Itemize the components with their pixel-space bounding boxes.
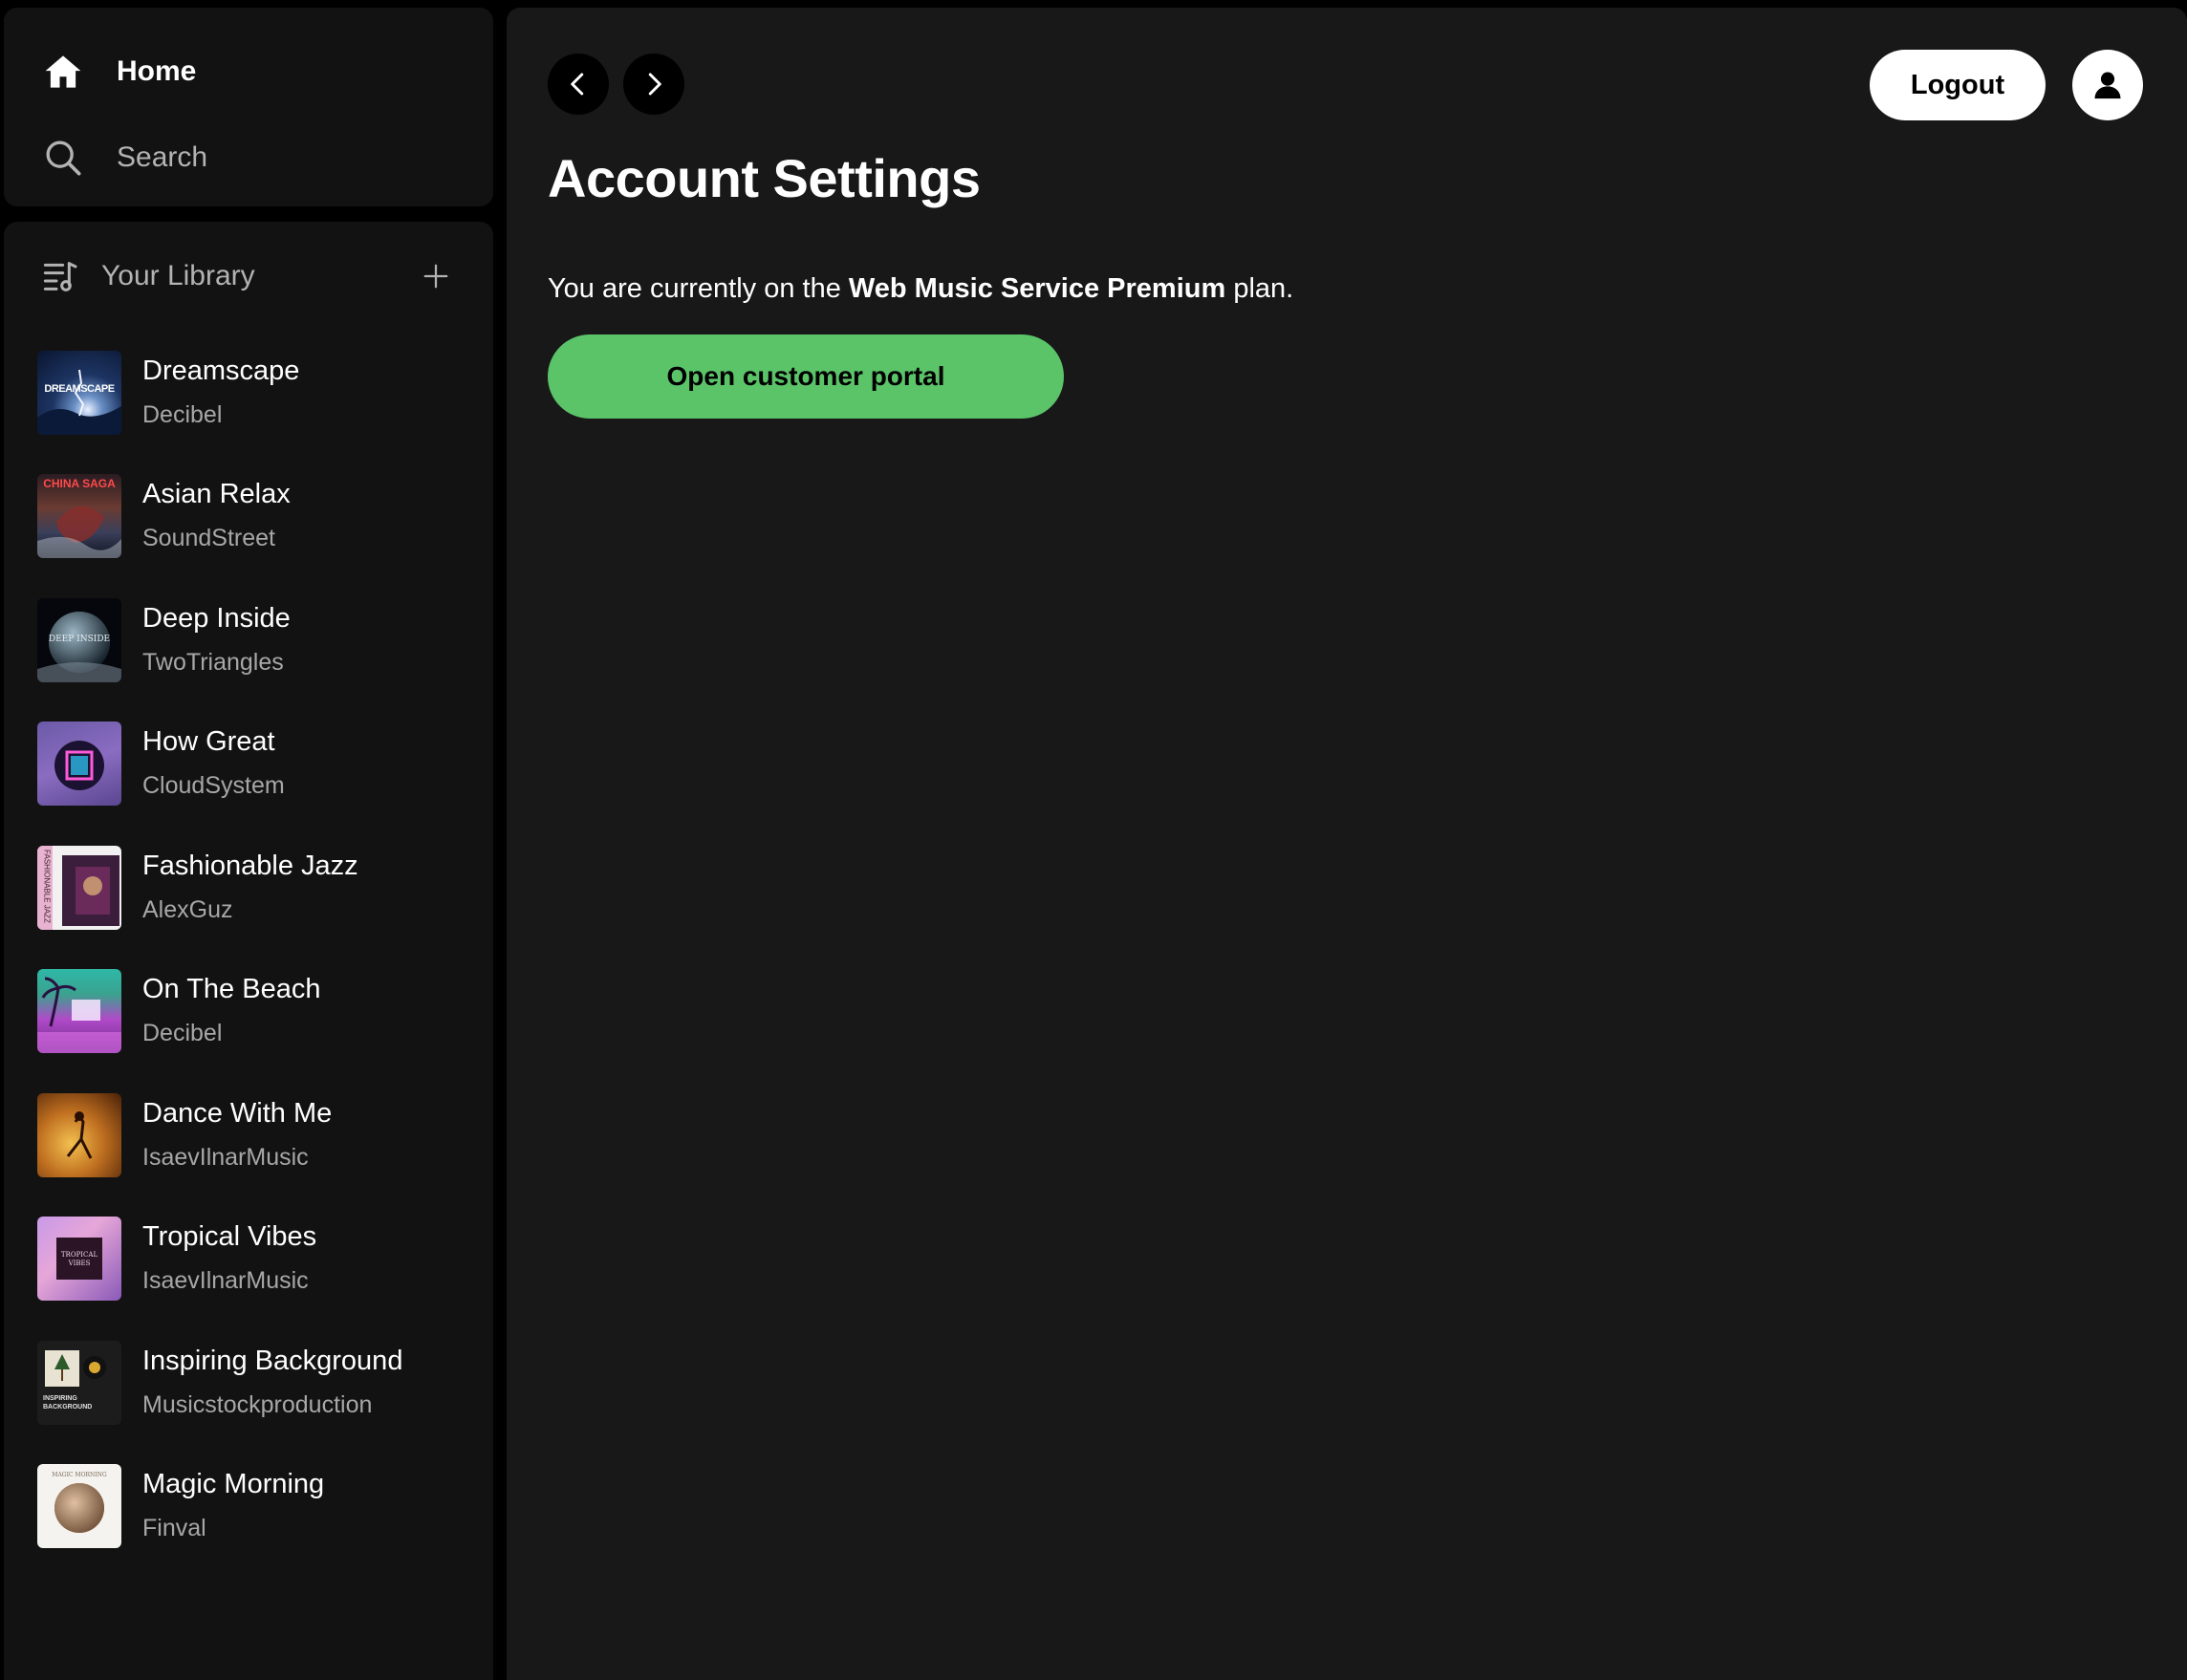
app-root: Home Search Your Library DREAMSCAPE Drea… bbox=[0, 0, 2187, 1680]
search-icon bbox=[40, 135, 86, 181]
back-button[interactable] bbox=[548, 54, 609, 115]
cover-art: TROPICAL VIBES bbox=[37, 1217, 121, 1302]
forward-button[interactable] bbox=[623, 54, 684, 115]
nav-home[interactable]: Home bbox=[4, 29, 493, 115]
chevron-left-icon bbox=[564, 70, 593, 98]
item-title: Dreamscape bbox=[142, 355, 300, 386]
cover-text: FASHIONABLE JAZZ bbox=[42, 849, 52, 923]
logout-button[interactable]: Logout bbox=[1870, 50, 2046, 120]
nav-home-label: Home bbox=[117, 55, 197, 87]
chevron-right-icon bbox=[639, 70, 668, 98]
page-title: Account Settings bbox=[548, 148, 981, 208]
cover-text: INSPIRING BACKGROUND bbox=[43, 1394, 93, 1411]
plan-prefix: You are currently on the bbox=[548, 273, 849, 304]
library-item[interactable]: TROPICAL VIBES Tropical Vibes IsaevIlnar… bbox=[4, 1197, 493, 1322]
item-title: Deep Inside bbox=[142, 602, 291, 634]
library-item[interactable]: Dance With Me IsaevIlnarMusic bbox=[4, 1073, 493, 1197]
library-item[interactable]: FASHIONABLE JAZZ Fashionable Jazz AlexGu… bbox=[4, 826, 493, 950]
item-artist: Finval bbox=[142, 1515, 206, 1542]
home-icon bbox=[40, 49, 86, 95]
plan-description: You are currently on the Web Music Servi… bbox=[548, 273, 1293, 305]
item-title: Inspiring Background bbox=[142, 1345, 403, 1376]
library-item[interactable]: How Great CloudSystem bbox=[4, 702, 493, 827]
nav-search[interactable]: Search bbox=[4, 115, 493, 201]
library-item[interactable]: INSPIRING BACKGROUND Inspiring Backgroun… bbox=[4, 1321, 493, 1445]
library-list: DREAMSCAPE Dreamscape Decibel CHINA SAGA bbox=[4, 331, 493, 1568]
library-item[interactable]: DREAMSCAPE Dreamscape Decibel bbox=[4, 331, 493, 455]
cover-art: FASHIONABLE JAZZ bbox=[37, 845, 121, 930]
library-item[interactable]: MAGIC MORNING Magic Morning Finval bbox=[4, 1445, 493, 1569]
main-panel: Logout Account Settings You are currentl… bbox=[507, 8, 2187, 1680]
library-header: Your Library bbox=[4, 222, 493, 317]
cover-art bbox=[37, 1092, 121, 1177]
cover-text: CHINA SAGA bbox=[43, 477, 116, 491]
user-icon bbox=[2091, 69, 2124, 101]
library-title[interactable]: Your Library bbox=[101, 260, 413, 292]
nav-panel: Home Search bbox=[4, 8, 493, 206]
cover-text: TROPICAL VIBES bbox=[60, 1251, 98, 1268]
item-artist: IsaevIlnarMusic bbox=[142, 1143, 309, 1171]
cover-art: MAGIC MORNING bbox=[37, 1464, 121, 1549]
open-customer-portal-button[interactable]: Open customer portal bbox=[548, 334, 1064, 419]
cover-art bbox=[37, 969, 121, 1054]
library-icon[interactable] bbox=[40, 255, 82, 297]
item-artist: IsaevIlnarMusic bbox=[142, 1267, 309, 1295]
item-artist: TwoTriangles bbox=[142, 648, 284, 676]
library-item[interactable]: DEEP INSIDE Deep Inside TwoTriangles bbox=[4, 578, 493, 702]
plan-name: Web Music Service Premium bbox=[848, 273, 1226, 304]
cover-text: DREAMSCAPE bbox=[44, 382, 115, 395]
item-title: Fashionable Jazz bbox=[142, 850, 358, 881]
item-artist: Musicstockproduction bbox=[142, 1390, 373, 1418]
library-item[interactable]: On The Beach Decibel bbox=[4, 950, 493, 1074]
item-title: On The Beach bbox=[142, 974, 321, 1005]
item-artist: SoundStreet bbox=[142, 525, 275, 552]
cover-art: DREAMSCAPE bbox=[37, 350, 121, 435]
cover-text: MAGIC MORNING bbox=[52, 1472, 107, 1479]
cover-art: CHINA SAGA bbox=[37, 474, 121, 559]
item-title: Tropical Vibes bbox=[142, 1221, 317, 1253]
cover-art: DEEP INSIDE bbox=[37, 597, 121, 682]
library-item[interactable]: CHINA SAGA Asian Relax SoundStreet bbox=[4, 455, 493, 579]
item-artist: Decibel bbox=[142, 1020, 223, 1047]
library-panel: Your Library DREAMSCAPE Dreamscape Decib… bbox=[4, 222, 493, 1680]
cover-art bbox=[37, 722, 121, 807]
add-icon[interactable] bbox=[413, 253, 459, 299]
item-title: Asian Relax bbox=[142, 479, 291, 510]
user-menu-button[interactable] bbox=[2072, 50, 2143, 120]
cover-art: INSPIRING BACKGROUND bbox=[37, 1340, 121, 1425]
item-artist: AlexGuz bbox=[142, 895, 233, 923]
plan-suffix: plan. bbox=[1225, 273, 1294, 304]
cover-text: DEEP INSIDE bbox=[48, 634, 111, 644]
nav-search-label: Search bbox=[117, 141, 208, 173]
item-artist: Decibel bbox=[142, 400, 223, 428]
item-title: How Great bbox=[142, 726, 275, 758]
item-artist: CloudSystem bbox=[142, 772, 285, 800]
item-title: Magic Morning bbox=[142, 1469, 325, 1500]
item-title: Dance With Me bbox=[142, 1097, 333, 1129]
